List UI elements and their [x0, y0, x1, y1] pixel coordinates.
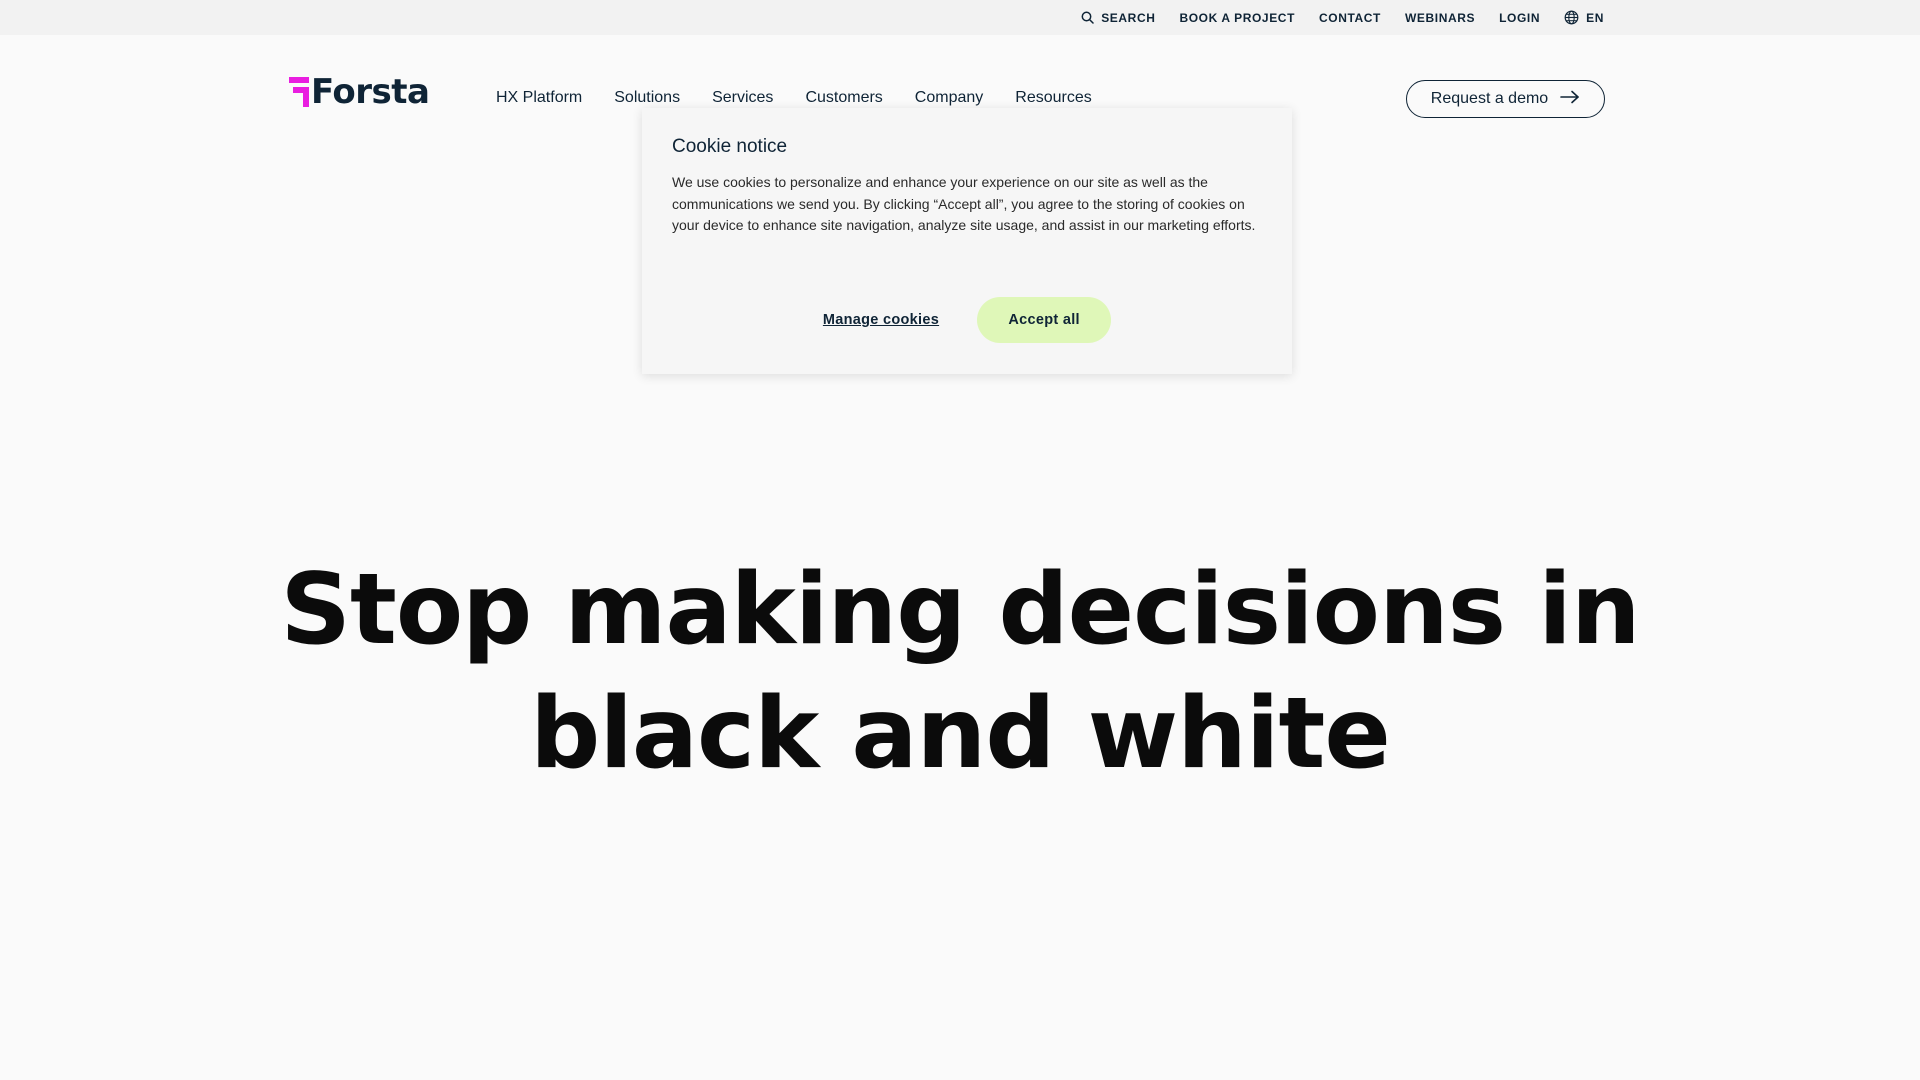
manage-cookies-link[interactable]: Manage cookies	[823, 312, 939, 328]
utility-language-selector[interactable]: EN	[1564, 10, 1604, 25]
search-icon	[1081, 11, 1094, 24]
nav-item-solutions[interactable]: Solutions	[614, 89, 680, 107]
main-nav: HX Platform Solutions Services Customers…	[496, 89, 1092, 107]
forsta-logo-mark-icon	[289, 77, 309, 107]
nav-item-resources[interactable]: Resources	[1015, 89, 1091, 107]
logo-text: Forsta	[311, 72, 430, 112]
accept-all-button[interactable]: Accept all	[977, 297, 1112, 343]
utility-bar: SEARCH BOOK A PROJECT CONTACT WEBINARS L…	[0, 0, 1920, 35]
cookie-notice-title: Cookie notice	[672, 136, 788, 157]
utility-search-label: SEARCH	[1101, 10, 1156, 25]
request-demo-label: Request a demo	[1430, 90, 1549, 107]
nav-item-services[interactable]: Services	[712, 89, 773, 107]
utility-login[interactable]: LOGIN	[1499, 11, 1540, 25]
language-label: EN	[1586, 10, 1604, 25]
utility-webinars[interactable]: WEBINARS	[1405, 11, 1475, 25]
cookie-notice-dialog: Cookie notice We use cookies to personal…	[642, 108, 1292, 374]
hero-title-line-1: Stop making decisions in	[280, 553, 1640, 667]
request-demo-button[interactable]: Request a demo	[1406, 80, 1605, 118]
utility-contact[interactable]: CONTACT	[1319, 11, 1381, 25]
hero-title-line-2: black and white	[530, 677, 1391, 791]
cookie-notice-body: We use cookies to personalize and enhanc…	[672, 174, 1256, 233]
nav-item-hx-platform[interactable]: HX Platform	[496, 89, 582, 107]
utility-search[interactable]: SEARCH	[1081, 11, 1155, 25]
utility-nav: SEARCH BOOK A PROJECT CONTACT WEBINARS L…	[1081, 0, 1604, 35]
hero-title: Stop making decisions in black and white	[0, 548, 1920, 796]
arrow-right-icon	[1560, 90, 1580, 109]
cookie-notice-actions: Manage cookies Accept all	[642, 297, 1292, 343]
globe-icon	[1564, 10, 1579, 25]
utility-book-project[interactable]: BOOK A PROJECT	[1179, 11, 1295, 25]
nav-item-company[interactable]: Company	[915, 89, 983, 107]
forsta-logo[interactable]: Forsta	[289, 72, 430, 112]
nav-item-customers[interactable]: Customers	[805, 89, 882, 107]
